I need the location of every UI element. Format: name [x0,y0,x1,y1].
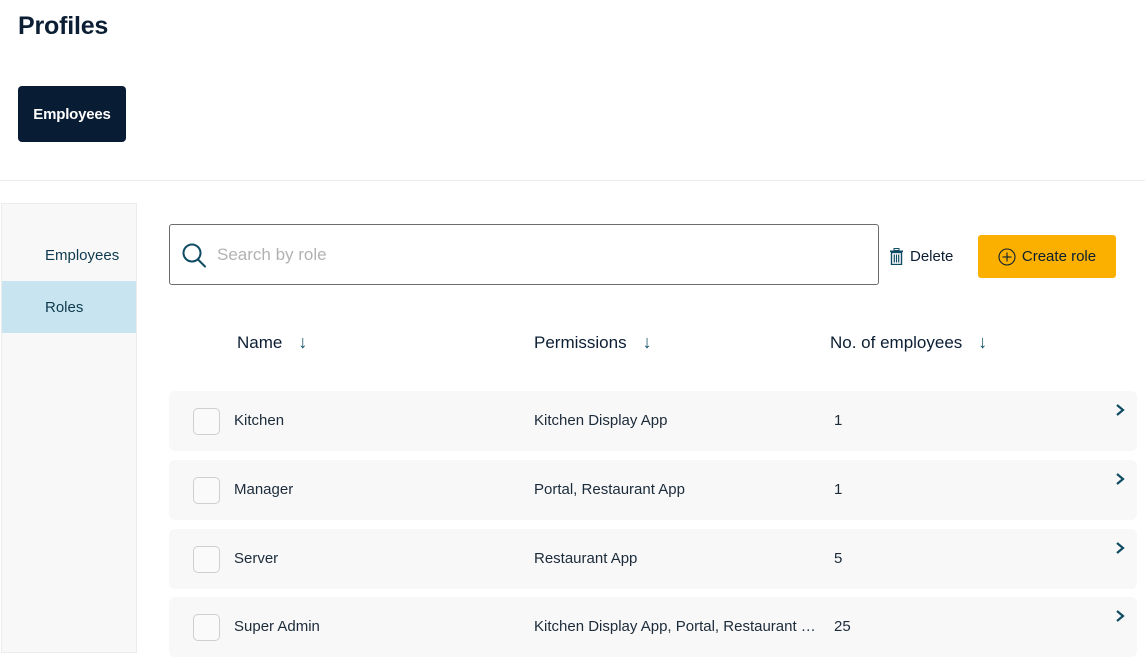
role-employee-count: 5 [834,550,843,567]
column-header-name[interactable]: Name ↓ [237,332,307,353]
search-box [169,224,879,285]
delete-label: Delete [910,247,954,265]
chevron-right-icon[interactable] [1113,608,1127,624]
sidebar-item-employees[interactable]: Employees [2,229,136,281]
role-employee-count: 1 [834,412,843,429]
row-checkbox[interactable] [193,614,220,641]
delete-button[interactable]: Delete [889,243,953,269]
role-name: Server [234,550,279,567]
chevron-right-icon[interactable] [1113,402,1127,418]
role-permissions: Restaurant App [534,550,638,567]
sort-arrow-down-icon: ↓ [642,332,652,352]
sidebar-item-label: Employees [45,246,120,264]
column-label: No. of employees [830,332,963,352]
column-header-permissions[interactable]: Permissions ↓ [534,332,652,353]
role-employee-count: 25 [834,618,851,635]
header-divider [0,180,1145,181]
row-checkbox[interactable] [193,546,220,573]
table-row[interactable]: Super Admin Kitchen Display App, Portal,… [169,597,1137,657]
role-permissions: Portal, Restaurant App [534,481,685,498]
row-checkbox[interactable] [193,477,220,504]
trash-icon [890,247,903,265]
plus-circle-icon [998,247,1016,266]
role-name: Kitchen [234,412,285,429]
search-icon [182,243,206,268]
sidebar-item-label: Roles [45,298,84,316]
column-label: Permissions [534,332,627,352]
sort-arrow-down-icon: ↓ [298,332,308,352]
role-permissions: Kitchen Display App [534,412,668,429]
table-row[interactable]: Manager Portal, Restaurant App 1 [169,460,1137,520]
table-row[interactable]: Kitchen Kitchen Display App 1 [169,391,1137,451]
tab-employees[interactable]: Employees [18,86,126,142]
page-title: Profiles [18,12,109,40]
chevron-right-icon[interactable] [1113,540,1127,556]
column-label: Name [237,332,283,352]
chevron-right-icon[interactable] [1113,471,1127,487]
sidebar: Employees Roles [1,203,137,653]
role-name: Manager [234,481,294,498]
sort-arrow-down-icon: ↓ [978,332,988,352]
create-role-button[interactable]: Create role [978,235,1116,278]
role-permissions: Kitchen Display App, Portal, Restaurant … [534,618,816,635]
sidebar-item-roles[interactable]: Roles [2,281,136,333]
role-name: Super Admin [234,618,320,635]
row-checkbox[interactable] [193,408,220,435]
search-input[interactable] [217,239,857,271]
role-employee-count: 1 [834,481,843,498]
column-header-employees[interactable]: No. of employees ↓ [830,332,987,353]
create-role-label: Create role [1021,248,1097,265]
table-row[interactable]: Server Restaurant App 5 [169,529,1137,589]
